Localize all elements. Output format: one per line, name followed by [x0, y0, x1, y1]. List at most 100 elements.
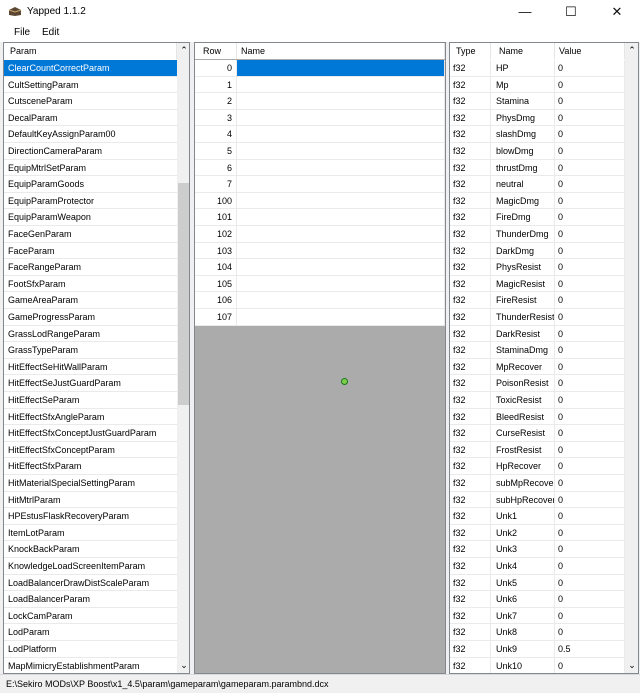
cell-list-item[interactable]: f32 CurseResist 0	[450, 425, 625, 442]
row-name[interactable]	[237, 275, 445, 292]
cell-value[interactable]: 0	[555, 159, 625, 176]
cell-list-item[interactable]: f32 thrustDmg 0	[450, 159, 625, 177]
row-name[interactable]	[237, 176, 445, 192]
row-list-item[interactable]: 2	[195, 93, 445, 110]
menu-file[interactable]: File	[14, 27, 30, 38]
param-list-item[interactable]: GameProgressParam	[4, 309, 177, 326]
param-list-item[interactable]: HitEffectSeParam	[4, 392, 177, 409]
scroll-down-icon[interactable]: ⌄	[626, 659, 638, 671]
cell-list-item[interactable]: f32 Unk6 0	[450, 591, 625, 608]
row-name[interactable]	[237, 226, 445, 242]
row-name[interactable]	[237, 126, 445, 142]
row-list[interactable]: Row Name 0 1 2 3 4 5 6 7 100 101 102 103 104 105 106 10…	[194, 42, 446, 674]
row-list-item[interactable]: 0	[195, 60, 445, 77]
cell-list-item[interactable]: f32 Unk4 0	[450, 558, 625, 575]
param-list-item[interactable]: EquipParamGoods	[4, 176, 177, 193]
cell-value[interactable]: 0	[555, 60, 625, 76]
cell-list-item[interactable]: f32 FireDmg 0	[450, 209, 625, 226]
param-list[interactable]: Param ClearCountCorrectParam CultSettingP…	[3, 42, 190, 674]
param-list-item[interactable]: ItemLotParam	[4, 525, 177, 542]
param-list-item[interactable]: HitEffectSeHitWallParam	[4, 359, 177, 376]
param-list-item[interactable]: DecalParam	[4, 110, 177, 127]
close-button[interactable]: ✕	[594, 0, 640, 24]
cell-list-item[interactable]: f32 BleedResist 0	[450, 408, 625, 426]
cell-value[interactable]: 0	[555, 275, 625, 292]
cell-list-item[interactable]: f32 neutral 0	[450, 176, 625, 193]
row-name[interactable]	[237, 109, 445, 126]
cell-value[interactable]: 0	[555, 541, 625, 557]
cell-scrollbar[interactable]: ⌃ ⌄	[625, 43, 638, 673]
cell-list-item[interactable]: f32 FrostResist 0	[450, 441, 625, 459]
cell-value[interactable]: 0	[555, 342, 625, 358]
param-list-item[interactable]: ClearCountCorrectParam	[4, 60, 177, 77]
cell-value[interactable]: 0	[555, 259, 625, 275]
name-column-header[interactable]: Name	[237, 43, 445, 59]
cell-list-item[interactable]: f32 FireResist 0	[450, 292, 625, 309]
row-name[interactable]	[237, 259, 445, 275]
param-list-item[interactable]: LockCamParam	[4, 608, 177, 625]
cell-list-item[interactable]: f32 Unk10 0	[450, 657, 625, 673]
param-scrollbar[interactable]: ⌃ ⌄	[177, 43, 189, 673]
row-list-item[interactable]: 100	[195, 192, 445, 210]
cell-list-item[interactable]: f32 StaminaDmg 0	[450, 342, 625, 359]
scroll-up-icon[interactable]: ⌃	[178, 44, 189, 56]
param-list-item[interactable]: EquipParamProtector	[4, 193, 177, 210]
menu-edit[interactable]: Edit	[42, 27, 59, 38]
row-list-item[interactable]: 103	[195, 242, 445, 260]
scroll-down-icon[interactable]: ⌄	[178, 659, 189, 671]
row-name[interactable]	[237, 309, 445, 325]
cell-list-item[interactable]: f32 subMpRecover 0	[450, 475, 625, 492]
cell-value[interactable]: 0	[555, 76, 625, 93]
cell-list-item[interactable]: f32 Unk2 0	[450, 524, 625, 542]
param-list-item[interactable]: HitEffectSfxParam	[4, 458, 177, 475]
param-list-item[interactable]: LodPlatform	[4, 641, 177, 658]
param-list-item[interactable]: FaceGenParam	[4, 226, 177, 243]
row-list-item[interactable]: 105	[195, 275, 445, 293]
param-list-item[interactable]: LodParam	[4, 624, 177, 641]
cell-value[interactable]: 0	[555, 242, 625, 259]
cell-list-item[interactable]: f32 Unk1 0	[450, 508, 625, 525]
row-name[interactable]	[237, 209, 445, 225]
cell-list-item[interactable]: f32 ThunderDmg 0	[450, 226, 625, 243]
param-list-item[interactable]: GameAreaParam	[4, 292, 177, 309]
row-list-item[interactable]: 102	[195, 226, 445, 243]
cell-list-item[interactable]: f32 PoisonResist 0	[450, 375, 625, 392]
cell-list-item[interactable]: f32 MagicDmg 0	[450, 192, 625, 210]
param-list-item[interactable]: GrassTypeParam	[4, 342, 177, 359]
cell-list-item[interactable]: f32 DarkResist 0	[450, 325, 625, 343]
cell-value[interactable]: 0	[555, 176, 625, 192]
param-list-item[interactable]: EquipParamWeapon	[4, 209, 177, 226]
cell-list-item[interactable]: f32 MagicResist 0	[450, 275, 625, 293]
value-column-header[interactable]: Value	[555, 43, 625, 59]
cell-name-column-header[interactable]: Name	[491, 43, 555, 59]
cell-value[interactable]: 0	[555, 109, 625, 126]
param-list-item[interactable]: CultSettingParam	[4, 77, 177, 94]
cell-value[interactable]: 0	[555, 143, 625, 159]
param-list-item[interactable]: GrassLodRangeParam	[4, 326, 177, 343]
param-list-item[interactable]: HitEffectSfxAngleParam	[4, 409, 177, 426]
param-list-item[interactable]: HitEffectSfxConceptParam	[4, 442, 177, 459]
cell-list-item[interactable]: f32 Mp 0	[450, 76, 625, 94]
cell-list-item[interactable]: f32 Unk3 0	[450, 541, 625, 558]
cell-value[interactable]: 0	[555, 458, 625, 474]
cell-list-item[interactable]: f32 PhysDmg 0	[450, 109, 625, 127]
param-scrollbar-thumb[interactable]	[178, 183, 189, 405]
cell-value[interactable]: 0	[555, 358, 625, 375]
param-list-item[interactable]: HitEffectSfxConceptJustGuardParam	[4, 425, 177, 442]
cell-list-item[interactable]: f32 Stamina 0	[450, 93, 625, 110]
cell-list-item[interactable]: f32 Unk7 0	[450, 607, 625, 625]
cell-value[interactable]: 0	[555, 657, 625, 673]
cell-list-item[interactable]: f32 DarkDmg 0	[450, 242, 625, 260]
row-name[interactable]	[237, 159, 445, 176]
row-name[interactable]	[237, 292, 445, 308]
param-list-item[interactable]: EquipMtrlSetParam	[4, 160, 177, 177]
cell-list-item[interactable]: f32 MpRecover 0	[450, 358, 625, 376]
cell-list-item[interactable]: f32 HP 0	[450, 60, 625, 77]
row-column-header[interactable]: Row	[195, 43, 237, 59]
cell-value[interactable]: 0	[555, 292, 625, 308]
cell-value[interactable]: 0	[555, 508, 625, 524]
cell-value[interactable]: 0	[555, 209, 625, 225]
param-list-item[interactable]: MapMimicryEstablishmentParam	[4, 658, 177, 673]
param-list-item[interactable]: HitMaterialSpecialSettingParam	[4, 475, 177, 492]
param-column-header[interactable]: Param	[4, 43, 177, 59]
